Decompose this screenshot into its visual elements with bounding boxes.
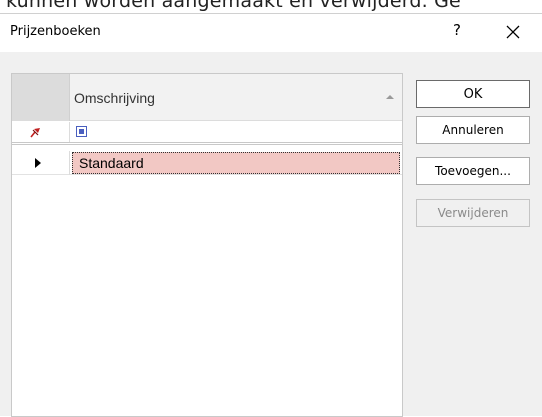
dialog-titlebar: Prijzenboeken ? — [0, 14, 542, 52]
auto-filter-pin-icon — [30, 128, 40, 138]
cell-omschrijving[interactable]: Standaard — [72, 152, 400, 174]
grid-header-row: Omschrijving — [12, 74, 402, 121]
filter-operator-icon[interactable] — [76, 126, 87, 137]
ok-button[interactable]: OK — [416, 80, 530, 108]
current-row-arrow-icon — [35, 158, 41, 168]
dialog-title: Prijzenboeken — [10, 24, 101, 39]
table-row[interactable]: Standaard — [12, 151, 402, 175]
filter-row-indicator — [12, 122, 70, 142]
cell-omschrijving-text: Standaard — [79, 155, 144, 171]
grid-filter-row — [12, 122, 402, 145]
close-button[interactable] — [500, 19, 526, 45]
help-button[interactable]: ? — [447, 21, 467, 43]
row-indicator-header — [12, 74, 70, 121]
prijzenboeken-grid[interactable]: Omschrijving Standaard — [11, 73, 403, 417]
sort-ascending-icon — [386, 95, 394, 99]
toevoegen-button[interactable]: Toevoegen... — [416, 157, 530, 185]
column-header-omschrijving[interactable]: Omschrijving — [74, 90, 155, 106]
background-document-text: kunnen worden aangemaakt en verwijderd. … — [6, 0, 461, 12]
prijzenboeken-dialog: Prijzenboeken ? Omschrijving Standaard O… — [0, 13, 542, 417]
row-indicator — [12, 151, 70, 175]
annuleren-button[interactable]: Annuleren — [416, 116, 530, 144]
close-icon — [506, 25, 520, 39]
verwijderen-button[interactable]: Verwijderen — [416, 199, 530, 227]
